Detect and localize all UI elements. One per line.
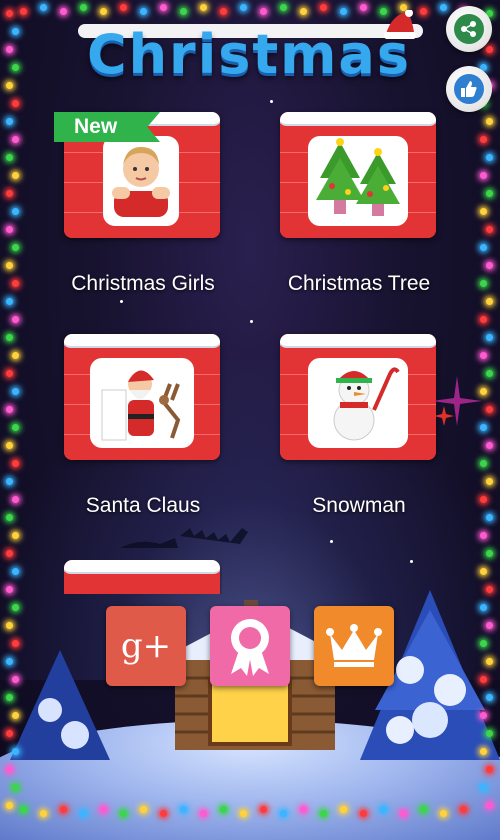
light-bulb [220, 8, 227, 15]
light-bulb [6, 10, 13, 17]
light-bulb [6, 298, 13, 305]
light-bulb [480, 280, 487, 287]
category-label: Santa Claus [85, 494, 201, 517]
star [250, 320, 253, 323]
premium-crown-button[interactable] [314, 606, 394, 686]
award-button[interactable] [210, 606, 290, 686]
category-snowman[interactable]: Snowman [280, 334, 438, 517]
star [410, 560, 413, 563]
light-bulb [486, 118, 493, 125]
sparkle-decoration [432, 376, 482, 426]
wood-board [64, 560, 220, 594]
light-bulb [6, 226, 13, 233]
light-bulb [320, 4, 327, 11]
light-bulb [12, 244, 19, 251]
light-bulb [6, 82, 13, 89]
category-label: Snowman [312, 494, 406, 517]
light-bulb [100, 8, 107, 15]
light-bulb [200, 4, 207, 11]
category-santa-claus[interactable]: Santa Claus [64, 334, 222, 517]
light-bulb [486, 46, 493, 53]
light-bulb [6, 262, 13, 269]
light-bulb [140, 8, 147, 15]
light-bulb [12, 100, 19, 107]
thumbs-up-icon [454, 74, 484, 104]
light-bulb [240, 4, 247, 11]
light-bulb [6, 46, 13, 53]
snow-cap [64, 334, 220, 346]
light-bulb [40, 4, 47, 11]
snowy-tree [10, 650, 110, 760]
light-bulb [480, 136, 487, 143]
light-bulb [486, 298, 493, 305]
light-bulb [420, 8, 427, 15]
light-bulb [486, 190, 493, 197]
share-button[interactable] [446, 6, 492, 52]
light-bulb [180, 8, 187, 15]
light-bulb [6, 190, 13, 197]
like-button[interactable] [446, 66, 492, 112]
light-bulb [12, 280, 19, 287]
award-ribbon-icon [231, 619, 269, 676]
snow-cap [64, 560, 220, 572]
snow-cap [280, 334, 436, 346]
light-bulb [12, 316, 19, 323]
star [270, 100, 273, 103]
santa-hat-icon [384, 10, 416, 39]
light-bulb [60, 8, 67, 15]
light-bulb [480, 208, 487, 215]
wood-board [64, 334, 220, 460]
app-title: Christmas [86, 23, 412, 86]
light-bulb [486, 334, 493, 341]
category-more[interactable] [64, 560, 222, 594]
light-bulb [6, 334, 13, 341]
christmas-trees-image [308, 136, 408, 226]
light-bulb [280, 4, 287, 11]
light-bulb [486, 226, 493, 233]
light-bulb [480, 244, 487, 251]
light-bulb [12, 208, 19, 215]
light-bulb [6, 118, 13, 125]
share-icon [454, 14, 484, 44]
new-badge: New [54, 112, 160, 142]
light-bulb [260, 8, 267, 15]
category-label: Christmas Girls [71, 272, 215, 295]
light-bulb [480, 352, 487, 359]
light-bulb [12, 28, 19, 35]
light-bulb [340, 8, 347, 15]
light-bulb [480, 316, 487, 323]
star [330, 540, 333, 543]
light-bulb [160, 4, 167, 11]
light-bulb [12, 352, 19, 359]
light-bulb [486, 262, 493, 269]
light-bulb [80, 4, 87, 11]
light-bulb [300, 8, 307, 15]
light-bulb [12, 172, 19, 179]
google-plus-button[interactable]: g+ [106, 606, 186, 686]
wood-board [280, 112, 436, 238]
snow-cap [280, 112, 436, 124]
star [120, 300, 123, 303]
light-bulb [20, 8, 27, 15]
wood-board [280, 334, 436, 460]
light-bulb [12, 64, 19, 71]
light-bulb [120, 4, 127, 11]
girl-photo [103, 136, 179, 226]
light-bulb [486, 154, 493, 161]
category-christmas-tree[interactable]: Christmas Tree [280, 112, 438, 295]
snowman-image [308, 358, 408, 448]
google-plus-icon: g+ [120, 626, 172, 666]
santa-claus-image [90, 358, 194, 448]
light-bulb [440, 4, 447, 11]
light-bulb [12, 136, 19, 143]
light-bulb [6, 154, 13, 161]
light-bulb [480, 172, 487, 179]
light-bulb [360, 4, 367, 11]
category-label: Christmas Tree [287, 272, 431, 295]
crown-icon [326, 624, 382, 667]
